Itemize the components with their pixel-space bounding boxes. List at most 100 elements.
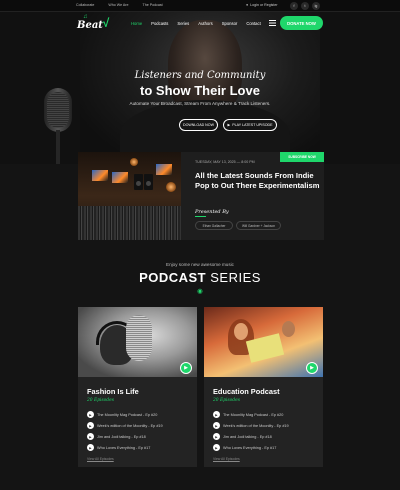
studio-screen <box>156 164 172 175</box>
series-title: PODCAST SERIES <box>0 270 400 285</box>
studio-speaker <box>134 174 143 190</box>
hero-headline: to Show Their Love <box>140 83 260 98</box>
view-all-episodes-link[interactable]: View All Episodes <box>213 457 240 461</box>
studio-lamp <box>130 158 138 166</box>
series-card: ▶ Fashion Is Life 20 Episodes ▶ The Moonl… <box>78 307 197 467</box>
episode-details: TUESDAY, MAY 13, 2025 — 8:00 PM SUBSCRIB… <box>181 152 324 240</box>
presented-divider <box>195 216 206 217</box>
top-link-the-podcast[interactable]: The Podcast <box>143 3 163 7</box>
episode-list: ▶ The Moonlity Mag Podcast - Ep #20 ▶ Week… <box>87 409 163 453</box>
studio-image <box>78 152 181 240</box>
host-chip[interactable]: Ethan Gallacher <box>195 221 233 230</box>
series-title-rest: SERIES <box>206 270 261 285</box>
login-link[interactable]: ● Login or Register <box>246 3 278 7</box>
site-logo[interactable]: ♫ Beat √ <box>77 14 117 33</box>
nav-item-authors[interactable]: Authors <box>198 21 212 26</box>
episode-name: The Moonlity Mag Podcast - Ep #20 <box>97 412 158 417</box>
play-icon: ▶ <box>87 422 94 429</box>
nav-menu: Home Podcasts Series Authors Sponsor Con… <box>131 21 261 26</box>
hero-subtitle: Automate Your Broadcast, Stream From Any… <box>129 101 271 106</box>
featured-episode: TUESDAY, MAY 13, 2025 — 8:00 PM SUBSCRIB… <box>78 152 324 240</box>
nav-item-home[interactable]: Home <box>131 21 142 26</box>
series-card: ▶ Education Podcast 20 Episodes ▶ The Moo… <box>204 307 323 467</box>
hero-section: ♫ Beat √ Home Podcasts Series Authors Sp… <box>0 12 400 164</box>
episode-count: 20 Episodes <box>213 398 240 403</box>
top-link-collaborate[interactable]: Collaborate <box>76 3 94 7</box>
studio-mixing-desk <box>78 206 181 240</box>
host-name: Will Gardner + Jackson <box>241 223 276 228</box>
photo-microphone <box>126 315 152 361</box>
subscribe-badge[interactable]: SUBSCRIBE NOW <box>280 152 324 162</box>
top-bar: Collaborate Who We Are The Podcast ● Log… <box>0 0 400 12</box>
photo-person <box>234 323 248 340</box>
episode-name: The Moonlity Mag Podcast - Ep #20 <box>223 412 284 417</box>
studio-screen <box>92 170 108 181</box>
photo-person <box>282 321 295 337</box>
play-icon: ▶ <box>213 422 220 429</box>
play-icon: ▶ <box>87 411 94 418</box>
series-card-title[interactable]: Education Podcast <box>213 387 280 396</box>
play-latest-label: PLAY LATEST UPISODE <box>232 123 273 127</box>
episode-list: ▶ The Moonlity Mag Podcast - Ep #20 ▶ Week… <box>213 409 289 453</box>
play-icon: ▶ <box>87 433 94 440</box>
subscribe-label: SUBSCRIBE NOW <box>288 155 316 159</box>
logo-accent-icon: √ <box>102 16 109 30</box>
top-link-who-we-are[interactable]: Who We Are <box>108 3 128 7</box>
user-icon: ● <box>246 3 249 7</box>
podcast-icon: ◉ <box>197 288 203 295</box>
logo-text: Beat <box>77 20 103 31</box>
instagram-icon[interactable]: ig <box>312 2 320 10</box>
play-icon: ▶ <box>213 433 220 440</box>
nav-item-contact[interactable]: Contact <box>246 21 260 26</box>
donate-button[interactable]: DONATE NOW <box>280 16 323 30</box>
hamburger-icon[interactable] <box>269 20 276 26</box>
login-label: Login or Register <box>250 3 278 7</box>
main-nav: ♫ Beat √ Home Podcasts Series Authors Sp… <box>0 12 400 36</box>
host-name: Ethan Gallacher <box>202 223 226 228</box>
episode-title[interactable]: All the Latest Sounds From Indie Pop to … <box>195 171 320 190</box>
play-icon[interactable]: ▶ <box>306 362 318 374</box>
episode-list-item[interactable]: ▶ Week's edition of the Moonlity - Ep #19 <box>87 420 163 431</box>
play-icon: ▶ <box>227 123 231 127</box>
play-icon: ▶ <box>213 411 220 418</box>
facebook-icon[interactable]: f <box>290 2 298 10</box>
episode-list-item[interactable]: ▶ Week's edition of the Moonlity - Ep #19 <box>213 420 289 431</box>
episode-name: Jim and Jodi talking - Ep #18 <box>97 434 146 439</box>
episode-date: TUESDAY, MAY 13, 2025 — 8:00 PM <box>195 160 255 164</box>
episode-list-item[interactable]: ▶ The Moonlity Mag Podcast - Ep #20 <box>213 409 289 420</box>
hero-tagline: Listeners and Community <box>134 70 266 81</box>
studio-speaker <box>144 174 153 190</box>
episode-name: Jim and Jodi talking - Ep #18 <box>223 434 272 439</box>
episode-list-item[interactable]: ▶ The Moonlity Mag Podcast - Ep #20 <box>87 409 163 420</box>
host-chip[interactable]: Will Gardner + Jackson <box>236 221 281 230</box>
download-button[interactable]: DOWNLOAD NOW <box>179 119 218 131</box>
donate-label: DONATE NOW <box>287 20 316 26</box>
episode-name: Week's edition of the Moonlity - Ep #19 <box>97 423 163 428</box>
nav-item-sponsor[interactable]: Sponsor <box>222 21 238 26</box>
episode-name: Week's edition of the Moonlity - Ep #19 <box>223 423 289 428</box>
episode-list-item[interactable]: ▶ Who Loves Everything - Ep #17 <box>213 442 289 453</box>
nav-item-series[interactable]: Series <box>177 21 189 26</box>
microphone-arm <box>56 130 60 164</box>
series-subtitle: Enjoy some new awesome music <box>166 262 234 267</box>
top-links: Collaborate Who We Are The Podcast <box>76 3 163 7</box>
play-icon: ▶ <box>213 444 220 451</box>
episode-list-item[interactable]: ▶ Jim and Jodi talking - Ep #18 <box>213 431 289 442</box>
play-latest-button[interactable]: ▶ PLAY LATEST UPISODE <box>223 119 277 131</box>
episode-count: 20 Episodes <box>87 398 114 403</box>
twitter-icon[interactable]: t <box>301 2 309 10</box>
view-all-episodes-link[interactable]: View All Episodes <box>87 457 114 461</box>
series-title-bold: PODCAST <box>139 270 207 285</box>
studio-lamp <box>166 182 176 192</box>
social-links: f t ig <box>290 2 320 10</box>
episode-list-item[interactable]: ▶ Who Loves Everything - Ep #17 <box>87 442 163 453</box>
play-icon[interactable]: ▶ <box>180 362 192 374</box>
episode-name: Who Loves Everything - Ep #17 <box>223 445 277 450</box>
episode-list-item[interactable]: ▶ Jim and Jodi talking - Ep #18 <box>87 431 163 442</box>
download-label: DOWNLOAD NOW <box>183 123 214 127</box>
nav-item-podcasts[interactable]: Podcasts <box>151 21 168 26</box>
series-card-title[interactable]: Fashion Is Life <box>87 387 139 396</box>
play-icon: ▶ <box>87 444 94 451</box>
studio-screen <box>112 172 128 183</box>
episode-name: Who Loves Everything - Ep #17 <box>97 445 151 450</box>
